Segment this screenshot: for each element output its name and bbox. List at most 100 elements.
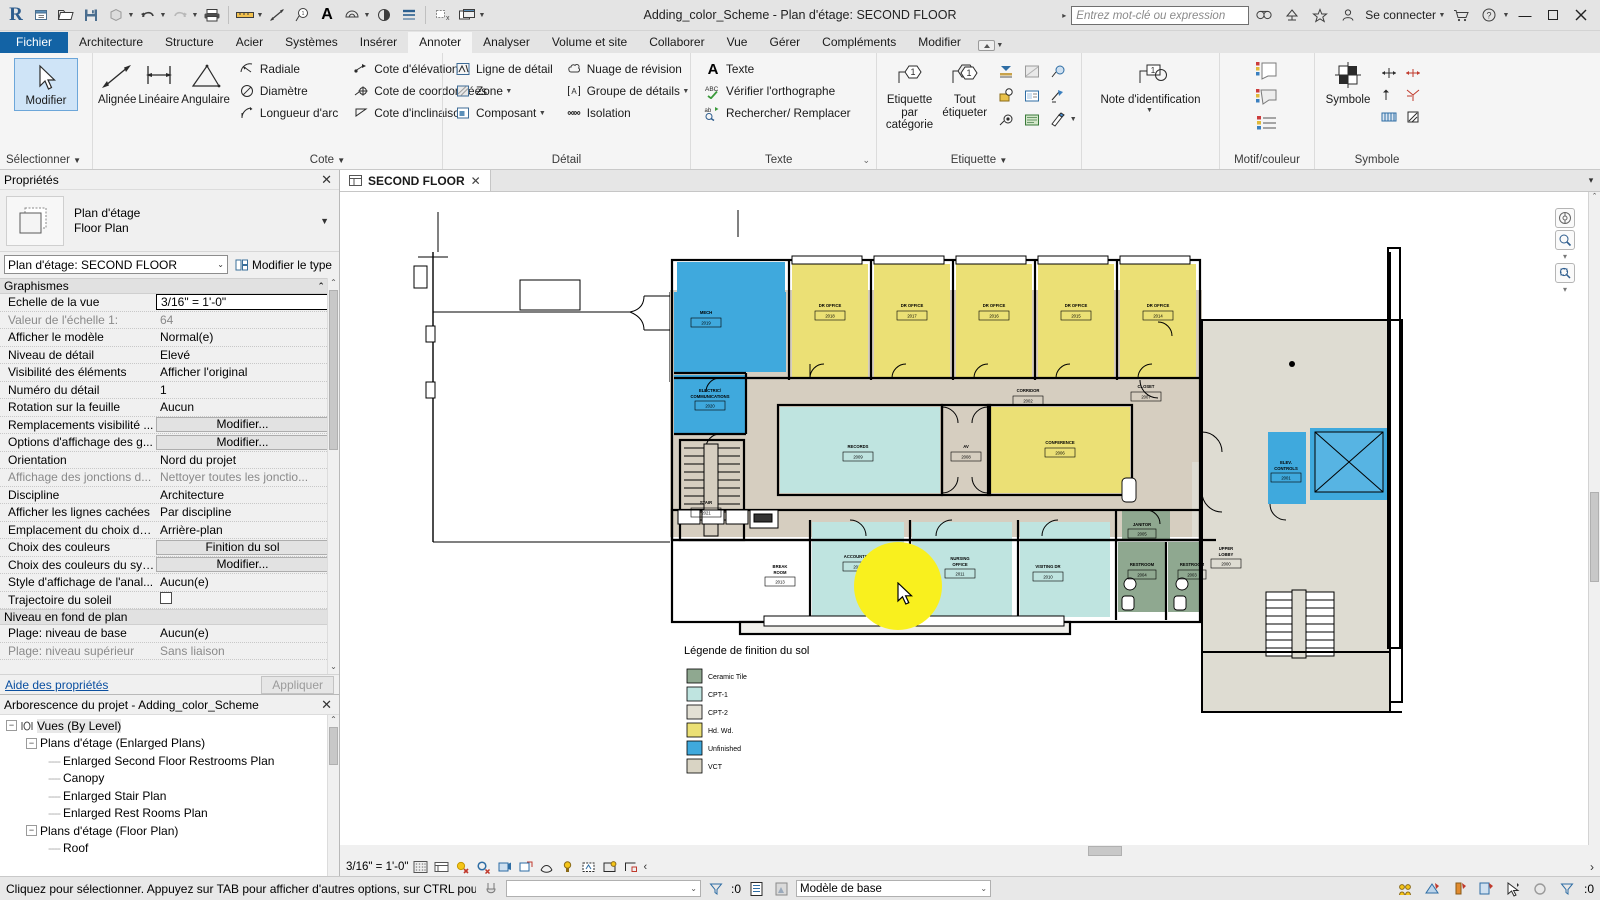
scroll-down-icon[interactable]: ⌄ — [328, 662, 339, 674]
loaded-tags-icon[interactable] — [1045, 108, 1071, 132]
select-links-icon[interactable] — [1503, 880, 1523, 898]
type-preview-dropdown-icon[interactable]: ▼ — [320, 216, 333, 226]
detail-pattern-icon[interactable] — [1401, 106, 1425, 128]
detail-line-button[interactable]: Ligne de détail — [451, 58, 556, 80]
detail-level-icon[interactable] — [412, 859, 429, 875]
diameter-dimension-button[interactable]: Diamètre — [235, 80, 341, 102]
property-row[interactable]: Afficher les lignes cachées Par disciplin… — [0, 504, 339, 522]
view-tab-menu-icon[interactable]: ▾ — [1582, 170, 1600, 191]
property-row[interactable]: Emplacement du choix de... Arrière-plan — [0, 522, 339, 539]
beam-system-symbol-icon[interactable] — [1401, 62, 1425, 84]
tree-node-item[interactable]: ---- Roof — [0, 840, 339, 858]
sun-path-icon[interactable] — [454, 859, 471, 875]
new-icon[interactable] — [29, 3, 53, 27]
scroll-up-icon[interactable]: ⌃ — [1589, 192, 1600, 204]
save-icon[interactable] — [79, 3, 103, 27]
property-value[interactable]: Afficher l'original — [156, 365, 339, 379]
canvas-hscroll-thumb[interactable] — [1088, 846, 1122, 856]
multi-category-tag-icon[interactable] — [1019, 60, 1045, 84]
expander-icon[interactable]: − — [6, 720, 17, 732]
edit-visibility-graphics-button[interactable]: Modifier... — [156, 417, 329, 433]
qat-customize-icon[interactable]: ▼ — [478, 12, 486, 19]
span-direction-icon[interactable] — [1377, 62, 1401, 84]
tab-modifier[interactable]: Modifier — [907, 32, 972, 53]
property-group-graphismes[interactable]: Graphismes ⌃ ⌄ — [0, 278, 339, 294]
autodesk-account-icon[interactable] — [1279, 4, 1305, 26]
switch-windows-icon[interactable] — [455, 3, 479, 27]
analytical-model-icon[interactable] — [622, 859, 639, 875]
tab-architecture[interactable]: Architecture — [68, 32, 154, 53]
scroll-up-icon[interactable]: ⌃ — [328, 278, 339, 290]
modify-button[interactable]: Modifier — [14, 58, 78, 111]
exclude-options-icon[interactable] — [1449, 880, 1469, 898]
view-control-expand-icon[interactable]: › — [1590, 860, 1594, 874]
property-row[interactable]: Afficher le modèle Normal(e) — [0, 329, 339, 347]
view-reference-icon[interactable] — [1045, 84, 1071, 108]
tab-analyser[interactable]: Analyser — [472, 32, 541, 53]
property-row[interactable]: Visibilité des éléments Afficher l'origin… — [0, 364, 339, 382]
tab-vue[interactable]: Vue — [716, 32, 759, 53]
material-tag-icon[interactable] — [1045, 60, 1071, 84]
pan-dropdown-icon[interactable]: ▾ — [1548, 285, 1582, 294]
type-selector-preview[interactable]: Plan d'étage Floor Plan ▼ — [0, 190, 339, 252]
beam-annotation-icon[interactable] — [993, 60, 1019, 84]
property-row[interactable]: Numéro du détail 1 — [0, 382, 339, 399]
open-icon[interactable] — [54, 3, 78, 27]
property-value[interactable]: Aucun(e) — [156, 626, 339, 640]
type-selector-combo[interactable]: Plan d'étage: SECOND FLOOR ⌄ — [4, 255, 228, 274]
property-value[interactable]: 1 — [156, 383, 339, 397]
canvas-horizontal-scrollbar[interactable] — [340, 845, 1600, 857]
tag-grid-dropdown-icon[interactable]: ▼ — [1069, 116, 1077, 123]
reveal-hidden-elements-icon[interactable] — [580, 859, 597, 875]
rendering-dialog-icon[interactable] — [496, 859, 513, 875]
worksets-dialog-icon[interactable] — [771, 880, 791, 898]
steering-wheel-icon[interactable] — [1555, 208, 1575, 228]
show-crop-region-icon[interactable] — [538, 859, 555, 875]
insulation-button[interactable]: Isolation — [562, 102, 693, 124]
text-icon[interactable]: A — [315, 3, 339, 27]
design-option-selector[interactable]: ⌄ — [506, 880, 701, 897]
symbol-button[interactable]: Symbole — [1319, 58, 1377, 109]
canvas-vertical-scrollbar[interactable]: ⌃ ⌄ — [1588, 192, 1600, 856]
property-row[interactable]: Plage: niveau de base Aucun(e) — [0, 625, 339, 643]
property-value[interactable]: Architecture — [156, 488, 339, 502]
property-row[interactable]: Remplacements visibilité ... Modifier... — [0, 417, 339, 434]
stair-path-icon[interactable] — [1377, 84, 1401, 106]
measure-dropdown-icon[interactable]: ▼ — [256, 12, 264, 19]
filter-icon[interactable] — [706, 880, 726, 898]
tree-node-vues[interactable]: − Vues (By Level) — [0, 717, 339, 735]
editing-requests-icon[interactable] — [1395, 880, 1415, 898]
visual-style-icon[interactable] — [433, 859, 450, 875]
scroll-up-icon[interactable]: ⌃ — [328, 715, 339, 727]
tree-node-enlarged-plans[interactable]: − Plans d'étage (Enlarged Plans) — [0, 735, 339, 753]
undo-dropdown-icon[interactable]: ▼ — [159, 12, 167, 19]
project-browser-scrollbar[interactable]: ⌃ — [327, 715, 339, 876]
drawing-canvas[interactable]: MECH 2019 ELECTRIC/COMMUNICATIONS 2020 DR … — [340, 192, 1600, 856]
property-row-color-scheme[interactable]: Choix des couleurs Finition du sol — [0, 539, 339, 557]
tag-all-button[interactable]: 1 Tout étiqueter — [938, 58, 991, 121]
text-panel-dialog-launcher[interactable]: ⌄ — [862, 153, 870, 168]
press-and-drag-icon[interactable] — [481, 880, 501, 898]
tab-complements[interactable]: Compléments — [811, 32, 907, 53]
revision-cloud-button[interactable]: Nuage de révision — [562, 58, 693, 80]
property-group-underlay[interactable]: Niveau en fond de plan ⌃ — [0, 609, 339, 625]
aligned-dimension-icon[interactable] — [265, 3, 289, 27]
pan-icon[interactable] — [1555, 263, 1575, 283]
close-icon[interactable]: ✕ — [318, 172, 335, 188]
redo-dropdown-icon[interactable]: ▼ — [191, 12, 199, 19]
chevron-down-icon[interactable]: ⌄ — [690, 884, 697, 893]
tab-inserer[interactable]: Insérer — [349, 32, 408, 53]
sun-path-checkbox[interactable] — [160, 592, 172, 605]
tree-node-item[interactable]: ---- Enlarged Rest Rooms Plan — [0, 805, 339, 823]
property-value[interactable]: Arrière-plan — [156, 523, 339, 537]
property-row[interactable]: Discipline Architecture — [0, 487, 339, 504]
sign-in-dropdown-icon[interactable]: ▼ — [1438, 12, 1446, 19]
color-fill-legend-icon[interactable] — [1254, 58, 1280, 84]
tab-systemes[interactable]: Systèmes — [274, 32, 349, 53]
select-underlay-icon[interactable] — [1530, 880, 1550, 898]
save-as-icon[interactable] — [104, 3, 128, 27]
property-value[interactable]: Aucun — [156, 400, 339, 414]
expander-icon[interactable]: − — [26, 825, 37, 837]
radial-dimension-button[interactable]: Radiale — [235, 58, 341, 80]
close-icon[interactable]: ✕ — [318, 697, 335, 713]
